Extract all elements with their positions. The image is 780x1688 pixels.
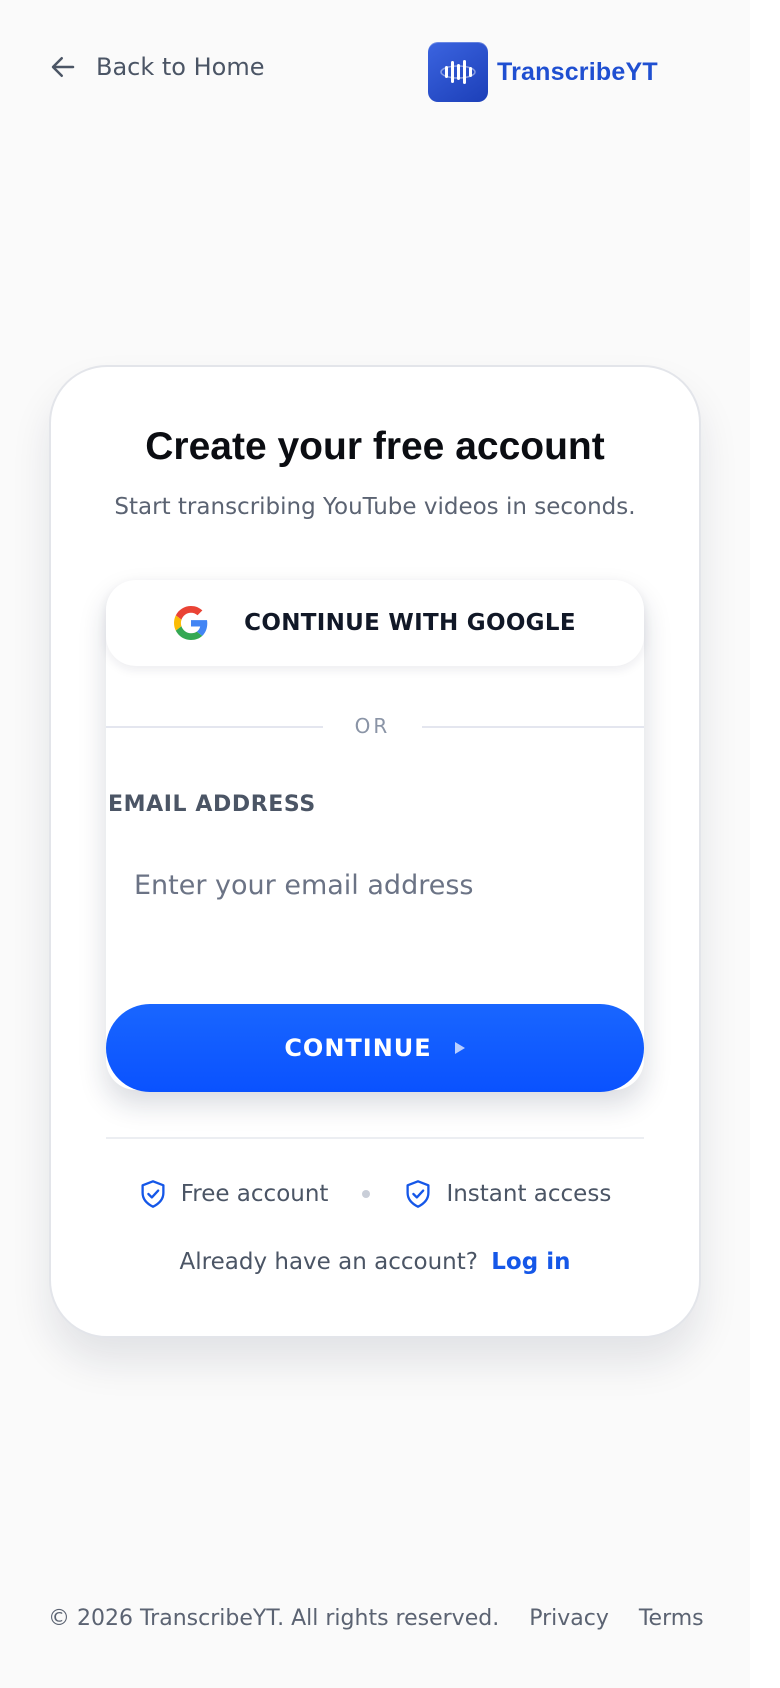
login-prompt-text: Already have an account? (179, 1249, 478, 1275)
feature-separator-dot (362, 1190, 371, 1198)
play-arrow-icon (454, 1042, 465, 1054)
arrow-left-icon (51, 57, 75, 77)
signup-card: Create your free account Start transcrib… (49, 365, 701, 1338)
right-edge-strip (750, 0, 780, 1688)
continue-with-google-button[interactable]: CONTINUE WITH GOOGLE (106, 580, 644, 666)
or-divider-line-right (422, 726, 644, 728)
footer: © 2026 TranscribeYT. All rights reserved… (48, 1606, 704, 1631)
continue-button[interactable]: CONTINUE (106, 1004, 644, 1092)
signup-form-panel: CONTINUE WITH GOOGLE OR EMAIL ADDRESS CO… (106, 580, 644, 1092)
card-divider (106, 1137, 644, 1139)
feature-list: Free account Instant access (51, 1179, 699, 1209)
email-address-label: EMAIL ADDRESS (108, 792, 316, 817)
footer-link-terms[interactable]: Terms (639, 1606, 704, 1631)
or-divider-line-left (106, 726, 323, 728)
back-to-home-link[interactable]: Back to Home (48, 52, 265, 82)
shield-check-icon (141, 1180, 165, 1208)
feature-label: Free account (180, 1181, 329, 1207)
brand-name: TranscribeYT (497, 57, 658, 86)
feature-item-instant-access: Instant access (404, 1179, 611, 1209)
footer-links: Privacy Terms (499, 1606, 703, 1631)
google-button-label: CONTINUE WITH GOOGLE (244, 610, 576, 636)
copyright-text: © 2026 TranscribeYT. All rights reserved… (48, 1606, 500, 1631)
card-subtitle: Start transcribing YouTube videos in sec… (114, 494, 636, 520)
log-in-link[interactable]: Log in (491, 1249, 570, 1275)
feature-item-free-account: Free account (139, 1179, 329, 1209)
email-field[interactable] (108, 848, 642, 922)
google-icon (174, 606, 208, 640)
brand[interactable]: TranscribeYT (428, 42, 658, 102)
footer-link-privacy[interactable]: Privacy (529, 1606, 609, 1631)
card-title: Create your free account (145, 425, 605, 468)
or-divider: OR (106, 712, 644, 742)
feature-label: Instant access (446, 1181, 612, 1207)
shield-check-icon (406, 1180, 430, 1208)
or-divider-text: OR (354, 714, 391, 738)
brand-logo-icon (428, 42, 488, 102)
continue-button-label: CONTINUE (284, 1034, 432, 1062)
login-prompt-row: Already have an account? Log in (51, 1249, 699, 1275)
back-to-home-label: Back to Home (96, 53, 265, 81)
